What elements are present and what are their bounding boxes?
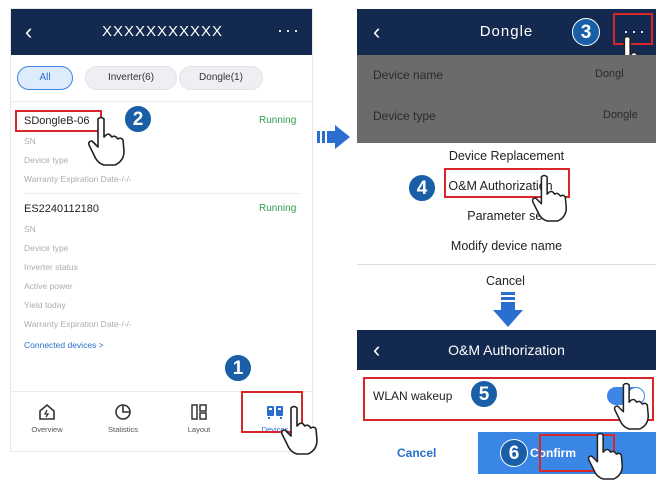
arrow-right-icon (317, 125, 350, 149)
device-field: Device type (24, 155, 69, 165)
dimmed-content: Device name Dongl Device type Dongle (357, 55, 656, 143)
filter-all[interactable]: All (17, 66, 73, 90)
device-status: Running (259, 203, 297, 214)
pie-chart-icon (115, 404, 131, 420)
device-status: Running (259, 115, 297, 126)
hand-pointer-icon (88, 116, 125, 166)
more-menu: Device Replacement O&M Authorization Par… (357, 143, 656, 265)
hand-pointer-icon (613, 382, 650, 430)
nav-statistics[interactable]: Statistics (93, 402, 153, 434)
nav-label: Overview (31, 425, 63, 434)
more-icon[interactable]: ··· (277, 9, 301, 51)
screen-title: O&M Authorization (448, 342, 565, 358)
device-field: Warranty Expiration Date-/-/- (24, 319, 132, 329)
plant-title: XXXXXXXXXXX (101, 23, 224, 40)
arrow-down-icon (493, 292, 523, 327)
device-field: Yield today (24, 300, 66, 310)
hand-pointer-icon (531, 174, 568, 222)
cancel-button[interactable]: Cancel (397, 446, 436, 460)
hand-pointer-icon (281, 405, 318, 455)
row-value: Dongl (595, 68, 624, 80)
nav-label: Statistics (107, 425, 138, 434)
device-field: SN (24, 136, 36, 146)
device-field: Warranty Expiration Date-/-/- (24, 174, 132, 184)
menu-device-replacement[interactable]: Device Replacement (357, 149, 656, 163)
divider (11, 101, 312, 102)
home-icon (39, 403, 55, 420)
step-badge: 1 (224, 354, 252, 382)
device-field: Inverter status (24, 262, 78, 272)
hand-pointer-icon (587, 432, 624, 480)
device-field: Active power (24, 281, 73, 291)
divider (24, 193, 301, 194)
step-badge: 4 (408, 174, 436, 202)
device-field: Device type (24, 243, 69, 253)
menu-cancel-button[interactable]: Cancel (486, 274, 525, 288)
connected-devices-link[interactable]: Connected devices > (24, 340, 104, 350)
nav-overview[interactable]: Overview (17, 402, 77, 434)
filter-dongle[interactable]: Dongle(1) (179, 66, 263, 90)
nav-label: Layout (187, 425, 211, 434)
filter-inverter[interactable]: Inverter(6) (85, 66, 177, 90)
step-badge: 5 (470, 380, 498, 408)
nav-layout[interactable]: Layout (169, 402, 229, 434)
menu-modify-device-name[interactable]: Modify device name (357, 239, 656, 253)
row-label: Device type (373, 109, 436, 123)
menu-parameter-settings[interactable]: Parameter set (357, 209, 656, 223)
step-badge: 3 (572, 18, 600, 46)
step-badge: 6 (500, 439, 528, 467)
row-value: Dongle (603, 109, 638, 121)
device-field: SN (24, 224, 36, 234)
layout-icon (191, 404, 207, 420)
device-name[interactable]: ES2240112180 (24, 203, 99, 215)
om-top-bar: ‹ O&M Authorization (357, 330, 656, 370)
top-bar: ‹ XXXXXXXXXXX ··· (11, 9, 312, 55)
device-list-screen: ‹ XXXXXXXXXXX ··· All Inverter(6) Dongle… (10, 8, 313, 452)
row-label: Device name (373, 68, 444, 82)
